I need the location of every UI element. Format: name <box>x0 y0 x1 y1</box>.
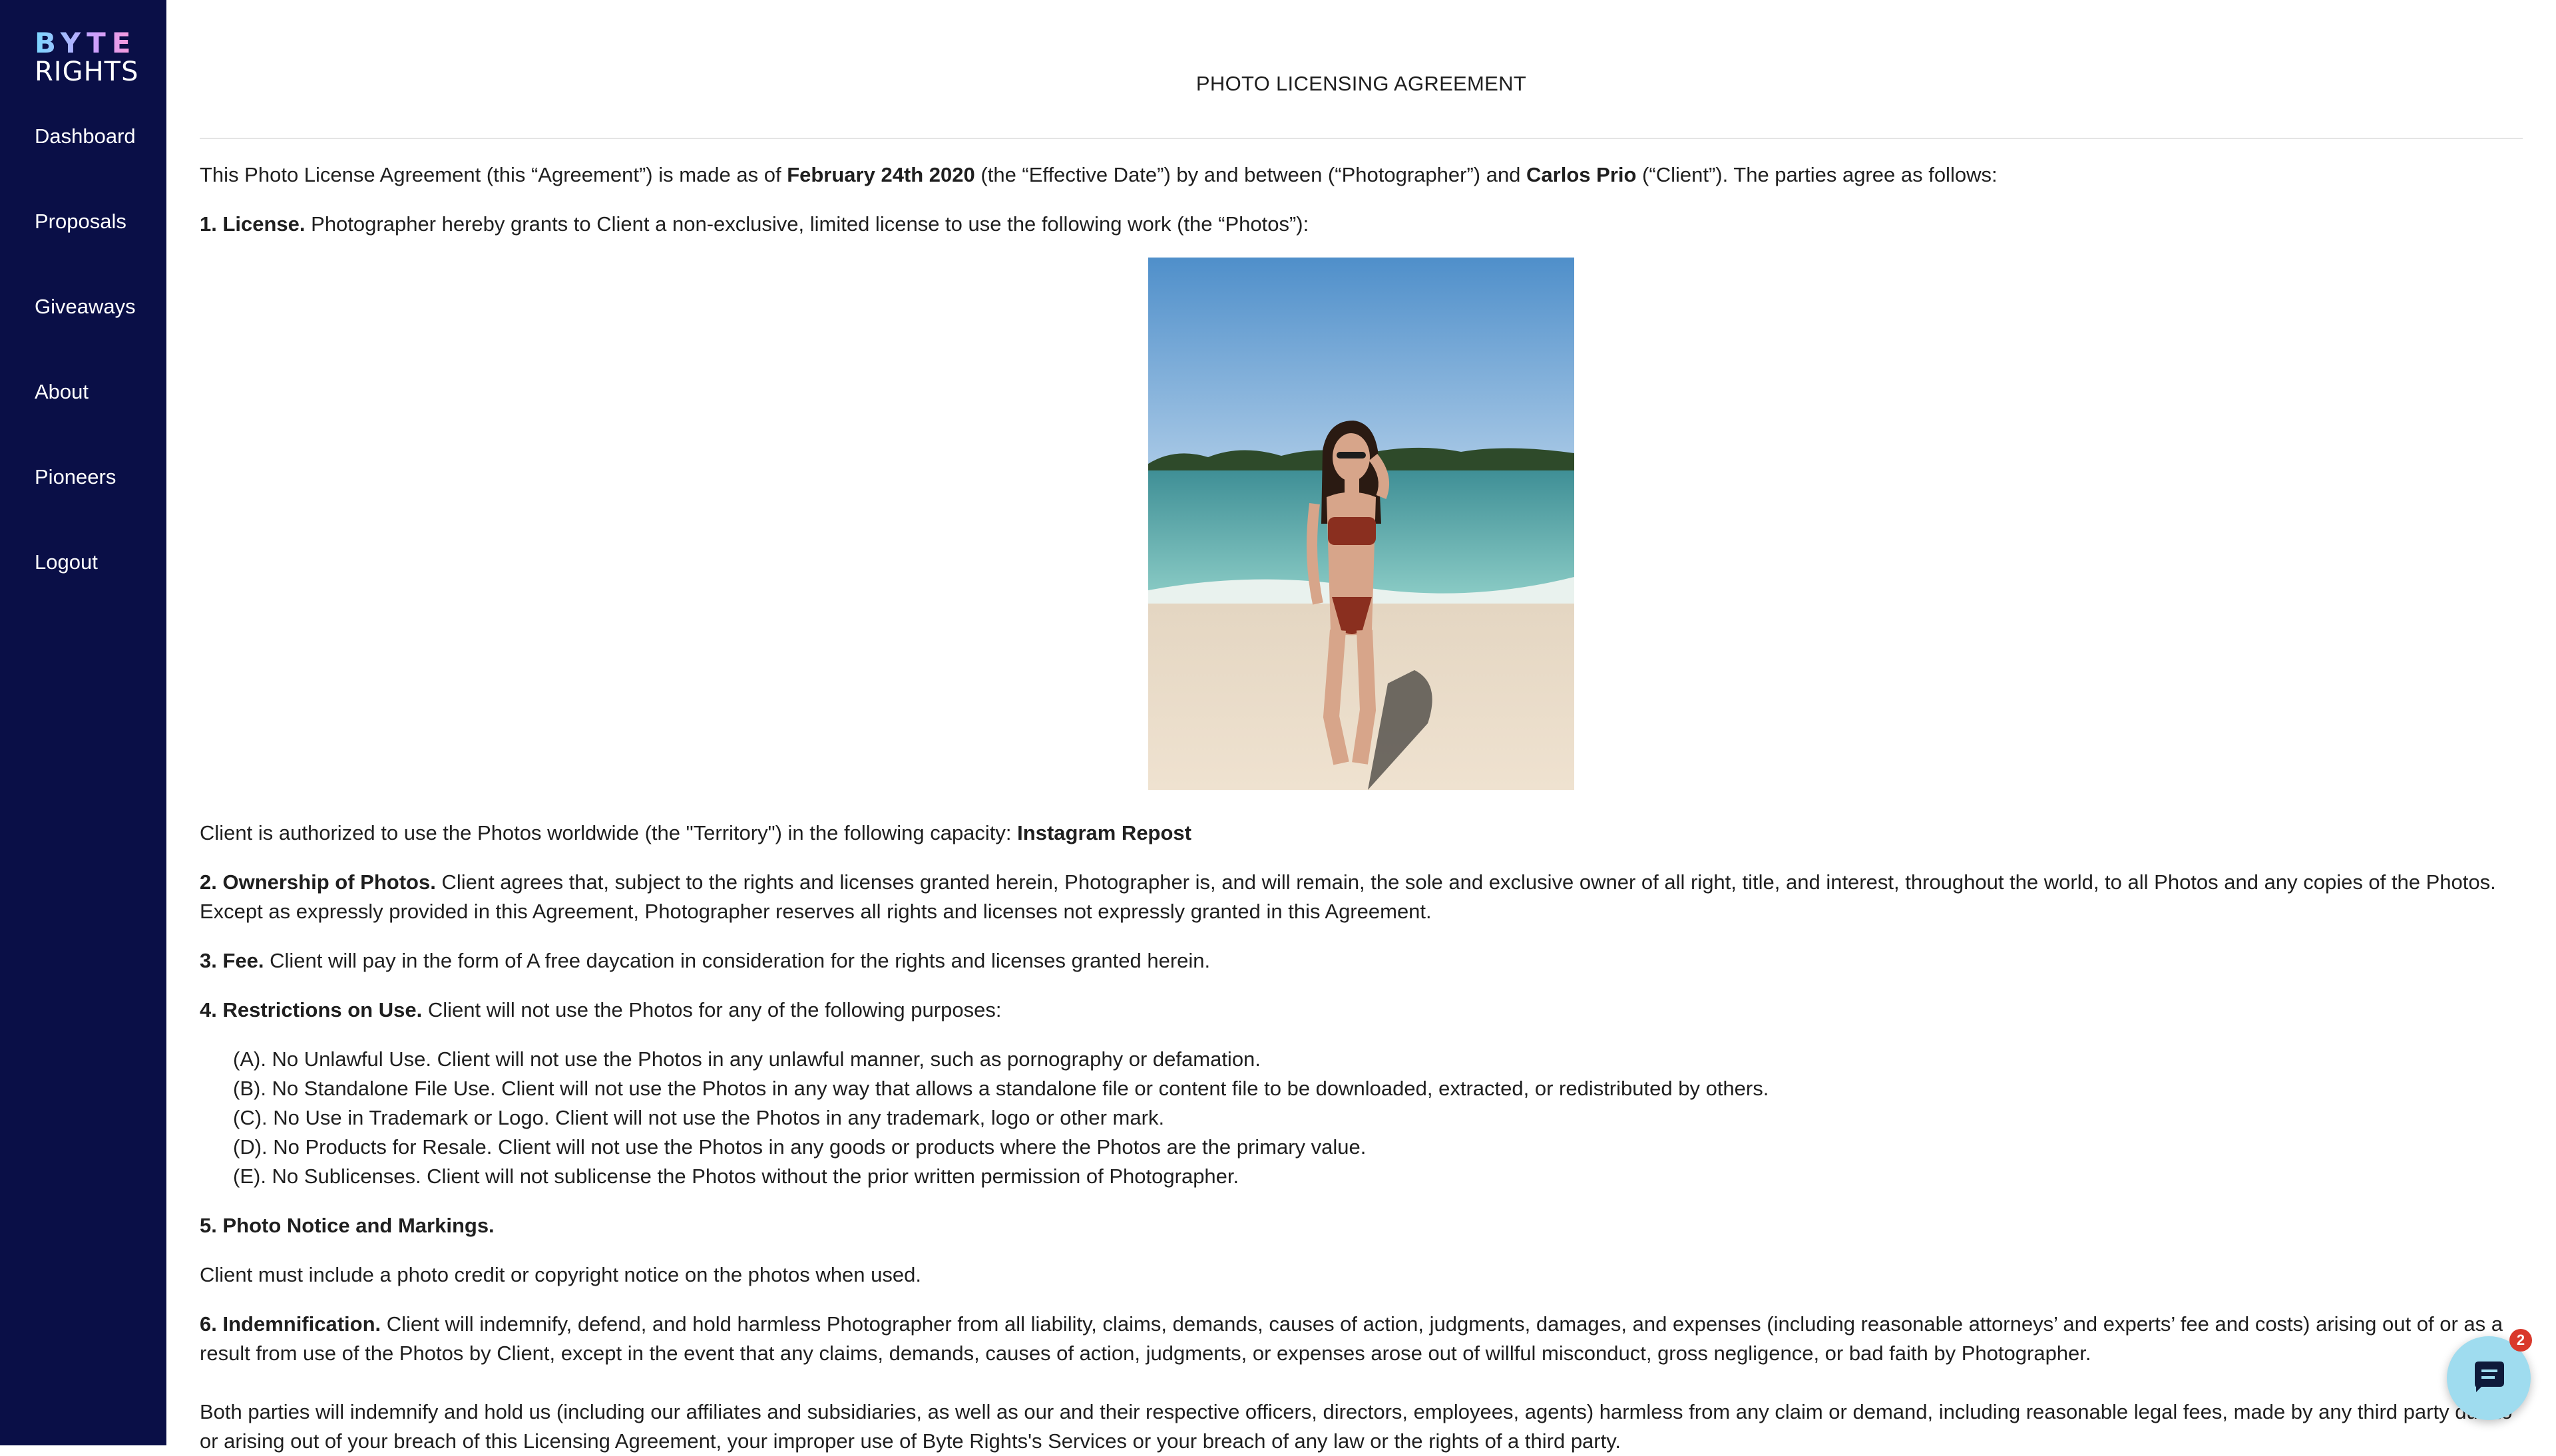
client-name: Carlos Prio <box>1526 163 1637 186</box>
restriction-item: (A). No Unlawful Use. Client will not us… <box>233 1047 1261 1071</box>
logo-line-1: BYTE <box>35 29 139 57</box>
mutual-indemnification: Both parties will indemnify and hold us … <box>200 1400 2513 1453</box>
notice-heading: 5. Photo Notice and Markings. <box>200 1214 495 1237</box>
license-clause: 1. License. Photographer hereby grants t… <box>200 212 1309 236</box>
restriction-item: (D). No Products for Resale. Client will… <box>233 1135 1367 1159</box>
sidebar-item-about[interactable]: About <box>35 380 89 404</box>
fee-clause: 3. Fee. Client will pay in the form of A… <box>200 949 1211 972</box>
licensed-photo <box>1148 258 1574 790</box>
beach-photo-image <box>1148 258 1574 790</box>
logo-line-2: RIGHTS <box>35 57 139 87</box>
chat-notification-badge: 2 <box>2509 1329 2532 1352</box>
restrictions-clause: 4. Restrictions on Use. Client will not … <box>200 998 1002 1021</box>
sidebar: BYTE RIGHTS Dashboard Proposals Giveaway… <box>0 0 166 1445</box>
sidebar-item-proposals[interactable]: Proposals <box>35 210 126 234</box>
sidebar-item-giveaways[interactable]: Giveaways <box>35 295 136 319</box>
territory-clause: Client is authorized to use the Photos w… <box>200 821 1191 844</box>
intro-paragraph: This Photo License Agreement (this “Agre… <box>200 163 1998 186</box>
indemnification-clause: 6. Indemnification. Client will indemnif… <box>200 1312 2503 1365</box>
ownership-clause: 2. Ownership of Photos. Client agrees th… <box>200 870 2496 923</box>
sidebar-item-logout[interactable]: Logout <box>35 550 98 574</box>
restriction-item: (C). No Use in Trademark or Logo. Client… <box>233 1106 1165 1129</box>
restriction-item: (B). No Standalone File Use. Client will… <box>233 1077 1769 1100</box>
sidebar-item-dashboard[interactable]: Dashboard <box>35 124 136 148</box>
title-divider <box>200 138 2523 139</box>
sidebar-item-pioneers[interactable]: Pioneers <box>35 465 116 489</box>
page-title: PHOTO LICENSING AGREEMENT <box>1195 72 1527 95</box>
restriction-item: (E). No Sublicenses. Client will not sub… <box>233 1165 1239 1188</box>
usage-capacity: Instagram Repost <box>1017 821 1191 844</box>
effective-date: February 24th 2020 <box>787 163 975 186</box>
byte-rights-logo[interactable]: BYTE RIGHTS <box>35 29 139 87</box>
notice-text: Client must include a photo credit or co… <box>200 1263 921 1286</box>
